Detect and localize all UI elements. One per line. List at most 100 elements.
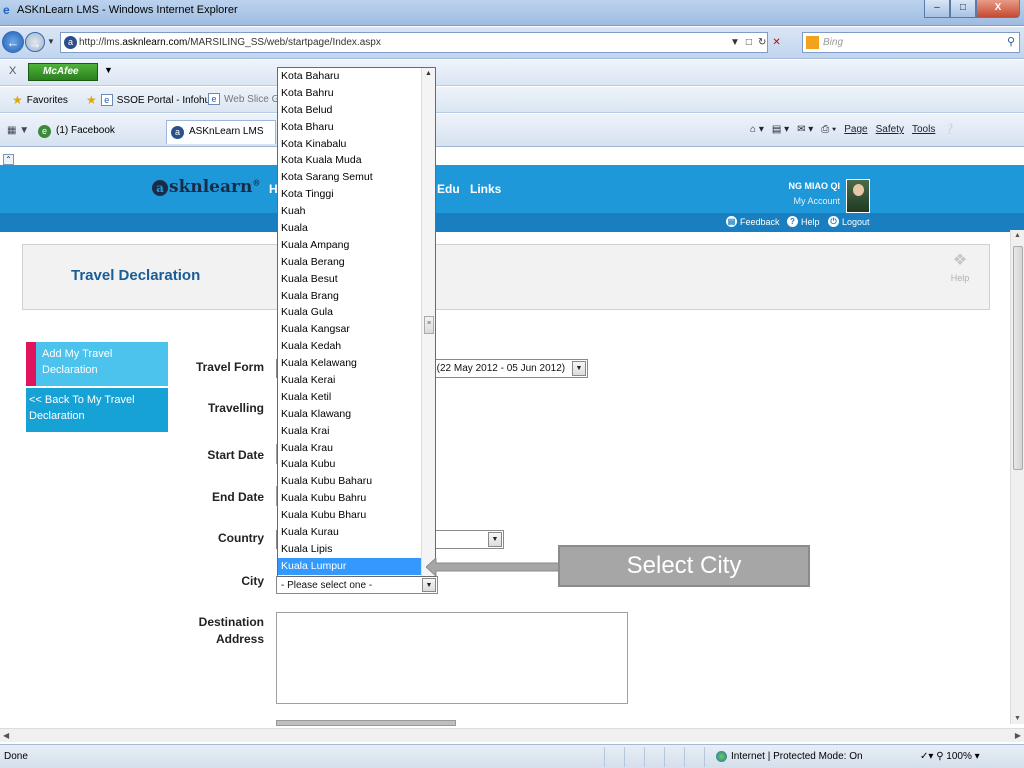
feedback-label: Feedback [740, 216, 780, 227]
zoom-control[interactable]: ✓▾ ⚲ 100% ▾ [920, 751, 980, 762]
city-option[interactable]: Kuala Kedah [278, 338, 435, 355]
ie-logo-icon: e [3, 3, 10, 17]
mcafee-dropdown-icon[interactable]: ▼ [104, 65, 113, 75]
logout-label: Logout [842, 216, 870, 227]
site-logo[interactable]: a sknlearn® [152, 177, 260, 197]
print-icon[interactable]: ⎙ ▾ [821, 124, 836, 135]
utility-bar: ▤ Feedback ? Help ⏻ Logout [0, 213, 1024, 232]
site-favicon-icon: a [64, 36, 77, 49]
nav-links[interactable]: Links [470, 182, 501, 196]
city-option[interactable]: Kuala [278, 220, 435, 237]
nav-edu[interactable]: Edu [437, 182, 460, 196]
scroll-down-icon[interactable]: ▼ [1014, 715, 1021, 722]
city-option[interactable]: Kota Belud [278, 102, 435, 119]
city-option[interactable]: Kuala Besut [278, 271, 435, 288]
city-option[interactable]: Kuala Klawang [278, 406, 435, 423]
city-option[interactable]: Kuala Berang [278, 254, 435, 271]
scroll-up-icon[interactable]: ▲ [1014, 232, 1021, 239]
city-label: City [241, 574, 264, 588]
status-divider [644, 747, 645, 767]
city-option[interactable]: Kota Baharu [278, 68, 435, 85]
tab-site-icon: a [171, 126, 184, 139]
safety-menu[interactable]: Safety [876, 124, 904, 135]
logout-link[interactable]: ⏻ Logout [828, 216, 870, 227]
feedback-link[interactable]: ▤ Feedback [726, 216, 780, 227]
city-option[interactable]: Kota Bahru [278, 85, 435, 102]
city-option[interactable]: Kuala Lipis [278, 541, 435, 558]
zoom-icon: ⚲ [936, 751, 944, 762]
city-option[interactable]: Kota Kuala Muda [278, 152, 435, 169]
scroll-thumb[interactable]: ≡ [424, 316, 434, 334]
sidebar-item-back[interactable]: << Back To My Travel Declaration [26, 388, 168, 432]
scroll-left-icon[interactable]: ◀ [3, 731, 9, 740]
close-toolbar-icon[interactable]: X [9, 65, 16, 77]
fav-link-ssoe[interactable]: ★ e SSOE Portal - Infohub [86, 93, 216, 107]
city-select[interactable]: - Please select one - ▼ [276, 576, 438, 594]
scroll-thumb[interactable] [1013, 246, 1023, 470]
city-option[interactable]: Kuala Gula [278, 304, 435, 321]
city-option[interactable]: Kota Sarang Semut [278, 169, 435, 186]
maximize-button[interactable]: □ [950, 0, 976, 18]
bing-icon [806, 36, 819, 49]
help-lifebuoy-icon[interactable]: ❖ Help [945, 253, 975, 286]
city-option[interactable]: Kuala Krau [278, 440, 435, 457]
city-value: - Please select one - [281, 580, 373, 591]
city-option[interactable]: Kuala Kelawang [278, 355, 435, 372]
mail-icon[interactable]: ✉ ▾ [797, 124, 813, 135]
city-option[interactable]: Kuala Kangsar [278, 321, 435, 338]
dropdown-scrollbar[interactable]: ▲ ≡ [421, 68, 435, 576]
city-option[interactable]: Kuala Lumpur [278, 557, 435, 575]
feeds-icon[interactable]: ▤ ▾ [772, 124, 789, 135]
mcafee-button[interactable]: McAfee [28, 63, 98, 81]
window-controls: – □ X [924, 0, 1020, 18]
recent-pages-dropdown-icon[interactable]: ▼ [47, 37, 55, 46]
quick-tabs-icon[interactable]: ▦ ▼ [7, 125, 29, 136]
security-zone[interactable]: Internet | Protected Mode: On [716, 751, 863, 762]
my-account-link[interactable]: My Account [764, 196, 840, 206]
scroll-up-icon[interactable]: ▲ [425, 70, 432, 77]
city-option[interactable]: Kota Bharu [278, 119, 435, 136]
city-option[interactable]: Kuala Kubu Bharu [278, 507, 435, 524]
address-tools[interactable]: ▼□↻✕ [730, 37, 787, 48]
city-option[interactable]: Kuah [278, 203, 435, 220]
city-option[interactable]: Kuala Kerai [278, 372, 435, 389]
settings-icon[interactable]: ✓▾ [920, 751, 933, 762]
help-link[interactable]: ? Help [787, 216, 820, 227]
collapse-icon[interactable]: ⌃ [3, 154, 14, 165]
search-input[interactable]: Bing ⚲ [802, 32, 1020, 53]
help-menu-icon[interactable]: ❔ [943, 124, 955, 135]
fav-link-webslice[interactable]: e Web Slice Gal [208, 93, 287, 105]
travel-form-value: 2) (22 May 2012 - 05 Jun 2012) [425, 363, 566, 374]
horizontal-scrollbar[interactable]: ◀ ▶ [0, 728, 1024, 742]
city-dropdown-list[interactable]: Kota Baharu Kota Bahru Kota Belud Kota Bhar… [277, 67, 436, 577]
tab-facebook[interactable]: e (1) Facebook [34, 120, 164, 144]
forward-button[interactable]: → [25, 32, 45, 52]
search-icon[interactable]: ⚲ [1007, 33, 1015, 52]
city-option[interactable]: Kuala Kurau [278, 524, 435, 541]
city-option[interactable]: Kota Tinggi [278, 186, 435, 203]
address-input[interactable]: a http://lms.asknlearn.com/MARSILING_SS/… [60, 32, 768, 53]
destination-address-textarea[interactable] [276, 612, 628, 704]
page-menu[interactable]: Page [844, 124, 867, 135]
back-button[interactable]: ← [2, 31, 24, 53]
vertical-scrollbar[interactable]: ▲ ▼ [1010, 230, 1024, 724]
tab-label: (1) Facebook [56, 125, 115, 136]
tools-menu[interactable]: Tools [912, 124, 935, 135]
sidebar-item-add-travel[interactable]: Add My Travel Declaration [26, 342, 168, 386]
city-option[interactable]: Kuala Kubu Baharu [278, 473, 435, 490]
city-option[interactable]: Kota Kinabalu [278, 136, 435, 153]
scroll-right-icon[interactable]: ▶ [1015, 731, 1021, 740]
city-option[interactable]: Kuala Kubu [278, 456, 435, 473]
submit-button[interactable] [276, 720, 456, 726]
home-icon[interactable]: ⌂ ▾ [750, 124, 764, 135]
close-button[interactable]: X [976, 0, 1020, 18]
avatar[interactable] [846, 179, 870, 213]
city-option[interactable]: Kuala Kubu Bahru [278, 490, 435, 507]
favorites-button[interactable]: ★ Favorites [12, 93, 68, 107]
city-option[interactable]: Kuala Ketil [278, 389, 435, 406]
city-option[interactable]: Kuala Ampang [278, 237, 435, 254]
city-option[interactable]: Kuala Brang [278, 288, 435, 305]
minimize-button[interactable]: – [924, 0, 950, 18]
city-option[interactable]: Kuala Krai [278, 423, 435, 440]
tab-asknlearn[interactable]: a ASKnLearn LMS [166, 120, 276, 144]
